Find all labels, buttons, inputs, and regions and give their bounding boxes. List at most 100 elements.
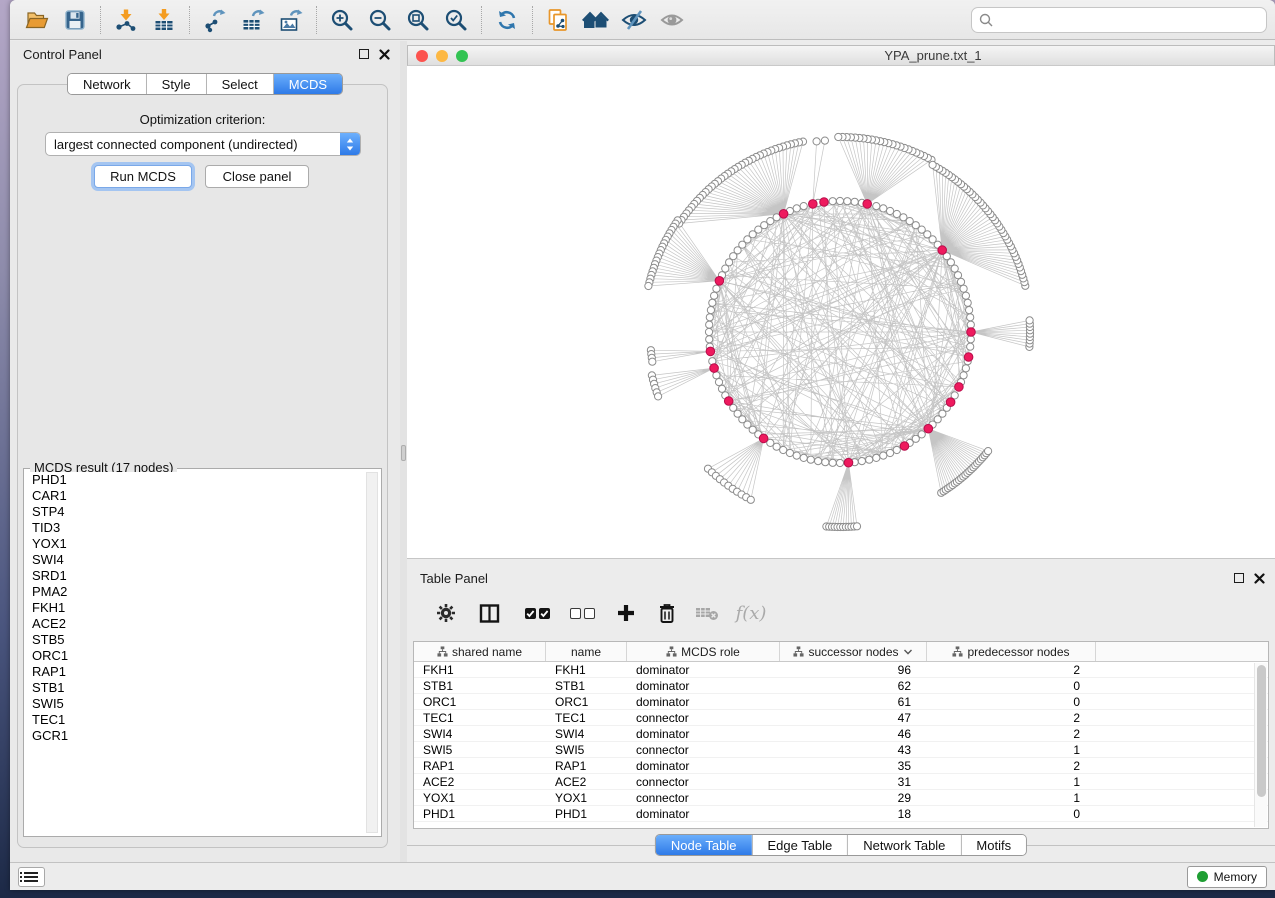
network-node[interactable] [880, 205, 887, 212]
clone-network-button[interactable] [539, 4, 577, 36]
mcds-hub-node[interactable] [710, 364, 719, 373]
mcds-result-item[interactable]: RAP1 [27, 664, 364, 680]
delete-table-button[interactable] [687, 598, 727, 628]
mcds-hub-node[interactable] [967, 328, 976, 337]
mcds-result-item[interactable]: PMA2 [27, 584, 364, 600]
mcds-result-item[interactable]: ORC1 [27, 648, 364, 664]
export-image-button[interactable] [272, 4, 310, 36]
network-node[interactable] [711, 292, 718, 299]
float-panel-button[interactable] [1234, 571, 1244, 586]
hide-selected-button[interactable] [615, 4, 653, 36]
network-node[interactable] [705, 328, 712, 335]
network-node[interactable] [706, 321, 713, 328]
network-node[interactable] [851, 198, 858, 205]
table-scrollbar[interactable] [1254, 663, 1267, 827]
network-node[interactable] [722, 265, 729, 272]
network-node[interactable] [887, 207, 894, 214]
table-scrollbar-thumb[interactable] [1257, 665, 1266, 797]
network-node[interactable] [807, 456, 814, 463]
network-node[interactable] [713, 285, 720, 292]
export-table-button[interactable] [234, 4, 272, 36]
mcds-hub-node[interactable] [820, 198, 829, 207]
network-node[interactable] [718, 385, 725, 392]
mcds-result-item[interactable]: SWI5 [27, 696, 364, 712]
network-leaf-node[interactable] [649, 358, 656, 365]
network-node[interactable] [962, 292, 969, 299]
mcds-hub-node[interactable] [964, 353, 973, 362]
network-node[interactable] [844, 198, 851, 205]
mcds-result-item[interactable]: TEC1 [27, 712, 364, 728]
mcds-result-item[interactable]: TID3 [27, 520, 364, 536]
mcds-result-item[interactable]: STB5 [27, 632, 364, 648]
tab-mcds[interactable]: MCDS [273, 74, 342, 94]
table-row[interactable]: TEC1TEC1connector472 [414, 710, 1268, 726]
column-header-predecessor-nodes[interactable]: predecessor nodes [927, 642, 1096, 661]
network-node[interactable] [706, 336, 713, 343]
network-node[interactable] [957, 278, 964, 285]
network-node[interactable] [707, 307, 714, 314]
network-node[interactable] [960, 285, 967, 292]
tab-node-table[interactable]: Node Table [656, 835, 752, 855]
vertical-splitter[interactable] [400, 41, 407, 862]
network-node[interactable] [873, 203, 880, 210]
mcds-result-item[interactable]: STB1 [27, 680, 364, 696]
tab-select[interactable]: Select [206, 74, 273, 94]
network-graph[interactable] [407, 66, 1275, 559]
select-all-button[interactable] [515, 598, 559, 628]
network-node[interactable] [967, 314, 974, 321]
network-node[interactable] [780, 446, 787, 453]
mcds-hub-node[interactable] [938, 246, 947, 255]
window-minimize-button[interactable] [436, 50, 448, 62]
tab-network[interactable]: Network [68, 74, 146, 94]
network-node[interactable] [836, 197, 843, 204]
network-node[interactable] [966, 307, 973, 314]
network-leaf-node[interactable] [747, 496, 754, 503]
task-history-button[interactable] [18, 867, 45, 887]
mcds-hub-node[interactable] [706, 347, 715, 356]
mcds-hub-node[interactable] [955, 383, 964, 392]
mcds-result-item[interactable]: STP4 [27, 504, 364, 520]
network-node[interactable] [964, 299, 971, 306]
zoom-in-button[interactable] [323, 4, 361, 36]
mcds-hub-node[interactable] [900, 442, 909, 451]
network-node[interactable] [962, 365, 969, 372]
network-node[interactable] [866, 456, 873, 463]
optimization-criterion-select[interactable]: largest connected component (undirected) [45, 132, 361, 156]
network-node[interactable] [880, 452, 887, 459]
export-network-button[interactable] [196, 4, 234, 36]
network-node[interactable] [873, 454, 880, 461]
mcds-hub-node[interactable] [715, 277, 724, 286]
zoom-selected-button[interactable] [437, 4, 475, 36]
table-row[interactable]: YOX1YOX1connector291 [414, 790, 1268, 806]
network-leaf-node[interactable] [835, 133, 842, 140]
window-zoom-button[interactable] [456, 50, 468, 62]
table-row[interactable]: ACE2ACE2connector311 [414, 774, 1268, 790]
column-header-name[interactable]: name [546, 642, 627, 661]
column-header-shared-name[interactable]: shared name [414, 642, 546, 661]
network-node[interactable] [829, 459, 836, 466]
column-chooser-button[interactable] [463, 598, 515, 628]
mcds-result-item[interactable]: YOX1 [27, 536, 364, 552]
table-row[interactable]: FKH1FKH1dominator962 [414, 662, 1268, 678]
mcds-result-item[interactable]: GCR1 [27, 728, 364, 744]
network-node[interactable] [715, 379, 722, 386]
mcds-result-item[interactable]: PHD1 [27, 472, 364, 488]
import-table-button[interactable] [145, 4, 183, 36]
close-panel-button-mcds[interactable]: Close panel [205, 165, 309, 188]
houses-button[interactable] [577, 4, 615, 36]
open-session-button[interactable] [18, 4, 56, 36]
network-node[interactable] [800, 203, 807, 210]
table-row[interactable]: SWI4SWI4dominator462 [414, 726, 1268, 742]
table-settings-button[interactable] [429, 598, 463, 628]
mcds-result-item[interactable]: CAR1 [27, 488, 364, 504]
network-leaf-node[interactable] [645, 282, 652, 289]
network-canvas[interactable] [407, 66, 1275, 559]
network-node[interactable] [822, 459, 829, 466]
table-row[interactable]: ORC1ORC1dominator610 [414, 694, 1268, 710]
mcds-hub-node[interactable] [759, 434, 768, 443]
table-row[interactable]: STB1STB1dominator620 [414, 678, 1268, 694]
delete-row-button[interactable] [647, 598, 687, 628]
network-leaf-node[interactable] [985, 448, 992, 455]
tab-style[interactable]: Style [146, 74, 206, 94]
network-leaf-node[interactable] [1026, 317, 1033, 324]
